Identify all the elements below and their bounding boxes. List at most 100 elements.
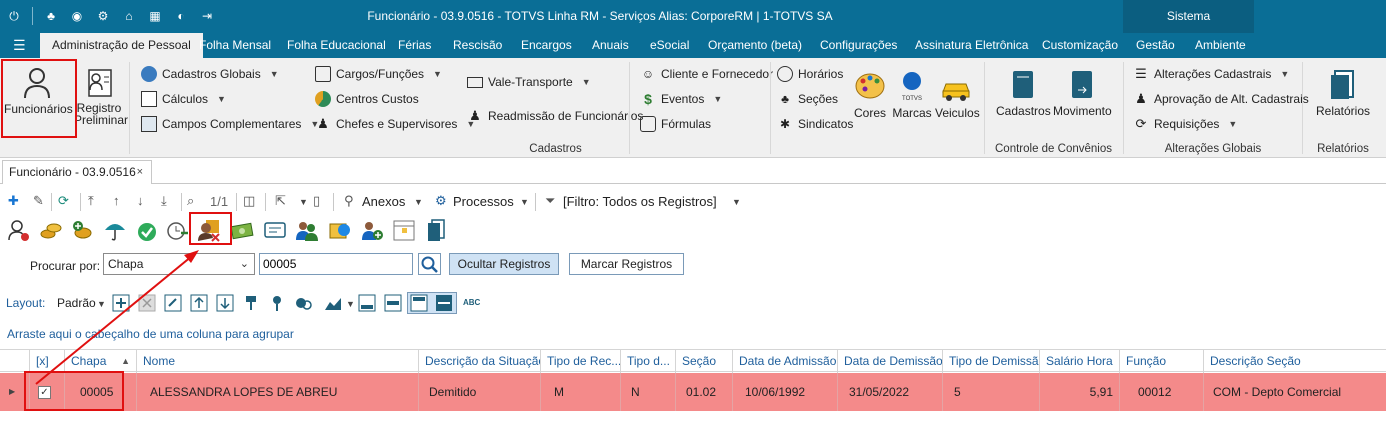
id-card-icon[interactable] — [263, 218, 287, 242]
cadastros-globais-item[interactable]: Cadastros Globais ▼ — [141, 66, 279, 82]
move-top-icon[interactable] — [190, 294, 208, 312]
next-record-icon[interactable]: ↓ — [137, 193, 144, 208]
convenios-cadastros-button[interactable]: Cadastros — [996, 68, 1051, 118]
check-circle-icon[interactable] — [135, 218, 159, 242]
secoes-item[interactable]: ♣ Seções — [777, 91, 838, 107]
processos-button[interactable]: Processos — [453, 194, 514, 209]
refresh-icon[interactable]: ⟳ — [58, 193, 69, 209]
campos-complementares-item[interactable]: Campos Complementares ▼ — [141, 116, 319, 132]
cores-button[interactable]: Cores — [853, 70, 887, 120]
link-icon[interactable] — [164, 294, 182, 312]
layout-dropdown-icon[interactable]: ▼ — [97, 299, 106, 309]
tab-rescisao[interactable]: Rescisão — [453, 33, 502, 58]
document-icon[interactable]: ▯ — [313, 193, 320, 209]
columns-icon[interactable]: ◫ — [243, 193, 255, 209]
edit-icon[interactable]: ✎ — [33, 193, 44, 209]
export-icon[interactable]: ⇱ — [275, 193, 286, 209]
search-button[interactable] — [418, 253, 441, 275]
document-blue-icon[interactable] — [424, 218, 448, 242]
alteracoes-cadastrais-item[interactable]: ☰ Alterações Cadastrais ▼ — [1133, 66, 1289, 82]
tab-ferias[interactable]: Férias — [398, 33, 431, 58]
tab-folha-educacional[interactable]: Folha Educacional — [287, 33, 386, 58]
anexos-button[interactable]: Anexos — [362, 194, 405, 209]
layout-split-icon[interactable] — [435, 294, 453, 312]
formulas-item[interactable]: Fórmulas — [640, 116, 711, 132]
abc-icon[interactable]: ABC — [463, 298, 480, 307]
col-nome[interactable]: Nome — [137, 350, 419, 373]
coins-add-icon[interactable] — [71, 218, 95, 242]
chefes-supervisores-item[interactable]: ♟ Chefes e Supervisores ▼ — [315, 116, 475, 132]
col-situacao[interactable]: Descrição da Situação — [419, 350, 541, 373]
layout-select[interactable]: Padrão — [57, 296, 96, 310]
tab-ambiente[interactable]: Ambiente — [1195, 33, 1246, 58]
coins-icon[interactable] — [39, 218, 63, 242]
add-row-icon[interactable] — [112, 294, 130, 312]
tab-anuais[interactable]: Anuais — [592, 33, 629, 58]
search-input[interactable] — [259, 253, 413, 275]
marcas-button[interactable]: TOTVS Marcas — [892, 70, 932, 120]
col-secao[interactable]: Seção — [676, 350, 733, 373]
export-dropdown-icon[interactable]: ▼ — [299, 197, 308, 207]
calendar-icon[interactable] — [392, 218, 416, 242]
tab-gestao[interactable]: Gestão — [1136, 33, 1175, 58]
clock-arrow-icon[interactable] — [165, 218, 189, 242]
marcar-registros-button[interactable]: Marcar Registros — [569, 253, 684, 275]
umbrella-icon[interactable] — [103, 218, 127, 242]
tab-esocial[interactable]: eSocial — [650, 33, 689, 58]
hamburger-menu-icon[interactable]: ☰ — [13, 38, 27, 52]
tab-customizacao[interactable]: Customização — [1042, 33, 1118, 58]
col-salario-hora[interactable]: Salário Hora — [1040, 350, 1120, 373]
centros-custos-item[interactable]: Centros Custos — [315, 91, 419, 107]
col-chapa[interactable]: Chapa ▲ — [65, 350, 137, 373]
search-field-select[interactable]: Chapa ⌄ — [103, 253, 255, 275]
delete-row-icon[interactable] — [138, 294, 156, 312]
tab-administracao-de-pessoal[interactable]: Administração de Pessoal — [40, 33, 203, 58]
pin-alt-icon[interactable] — [268, 294, 286, 312]
last-record-icon[interactable]: ⤓ — [161, 193, 167, 209]
convenios-movimento-button[interactable]: Movimento — [1053, 68, 1112, 118]
col-tipo-d[interactable]: Tipo d... — [621, 350, 676, 373]
previous-record-icon[interactable]: ↑ — [113, 193, 120, 208]
tab-assinatura-eletronica[interactable]: Assinatura Eletrônica — [915, 33, 1028, 58]
aprovacao-item[interactable]: ♟ Aprovação de Alt. Cadastrais — [1133, 91, 1309, 107]
pin-icon[interactable] — [242, 294, 260, 312]
horarios-item[interactable]: Horários — [777, 66, 843, 82]
registro-preliminar-button[interactable]: Registro Preliminar — [74, 66, 128, 126]
cliente-fornecedor-item[interactable]: ☺ Cliente e Fornecedor — [640, 66, 773, 82]
col-select[interactable]: [x] — [30, 350, 65, 373]
col-desc-secao[interactable]: Descrição Seção — [1204, 350, 1386, 373]
user-remove-icon[interactable] — [7, 218, 31, 242]
tab-folha-mensal[interactable]: Folha Mensal — [199, 33, 271, 58]
relatorios-button[interactable]: Relatórios — [1310, 68, 1376, 118]
users-add-icon[interactable] — [360, 218, 384, 242]
map-folder-icon[interactable] — [328, 218, 352, 242]
vale-transporte-item[interactable]: Vale-Transporte ▼ — [467, 75, 591, 89]
col-admissao[interactable]: Data de Admissão — [733, 350, 838, 373]
col-tipo-demissao[interactable]: Tipo de Demissão — [943, 350, 1040, 373]
shapes-icon[interactable] — [294, 294, 312, 312]
layout-bottom-icon[interactable] — [358, 294, 376, 312]
move-bottom-icon[interactable] — [216, 294, 234, 312]
col-funcao[interactable]: Função — [1120, 350, 1204, 373]
tab-orcamento[interactable]: Orçamento (beta) — [708, 33, 802, 58]
users-group-icon[interactable] — [295, 218, 319, 242]
tab-encargos[interactable]: Encargos — [521, 33, 572, 58]
layout-top-icon[interactable] — [410, 294, 428, 312]
requisicoes-item[interactable]: ⟳ Requisições ▼ — [1133, 116, 1238, 132]
anexos-dropdown-icon[interactable]: ▼ — [414, 197, 423, 207]
sindicatos-item[interactable]: ✱ Sindicatos — [777, 116, 853, 132]
zoom-icon[interactable]: ⌕ — [187, 193, 194, 209]
calculos-item[interactable]: Cálculos ▼ — [141, 91, 226, 107]
first-record-icon[interactable]: ⤒ — [88, 193, 94, 209]
area-chart-icon[interactable] — [324, 294, 342, 312]
eventos-item[interactable]: $ Eventos ▼ — [640, 91, 722, 107]
close-icon[interactable]: × — [137, 161, 143, 183]
filtro-button[interactable]: [Filtro: Todos os Registros] — [563, 194, 717, 209]
add-icon[interactable]: ✚ — [8, 193, 19, 209]
col-tipo-rec[interactable]: Tipo de Rec... — [541, 350, 621, 373]
processos-dropdown-icon[interactable]: ▼ — [520, 197, 529, 207]
readmissao-item[interactable]: ♟ Readmissão de Funcionários — [467, 108, 643, 124]
filtro-dropdown-icon[interactable]: ▼ — [732, 197, 741, 207]
col-demissao[interactable]: Data de Demissão — [838, 350, 943, 373]
tab-configuracoes[interactable]: Configurações — [820, 33, 897, 58]
